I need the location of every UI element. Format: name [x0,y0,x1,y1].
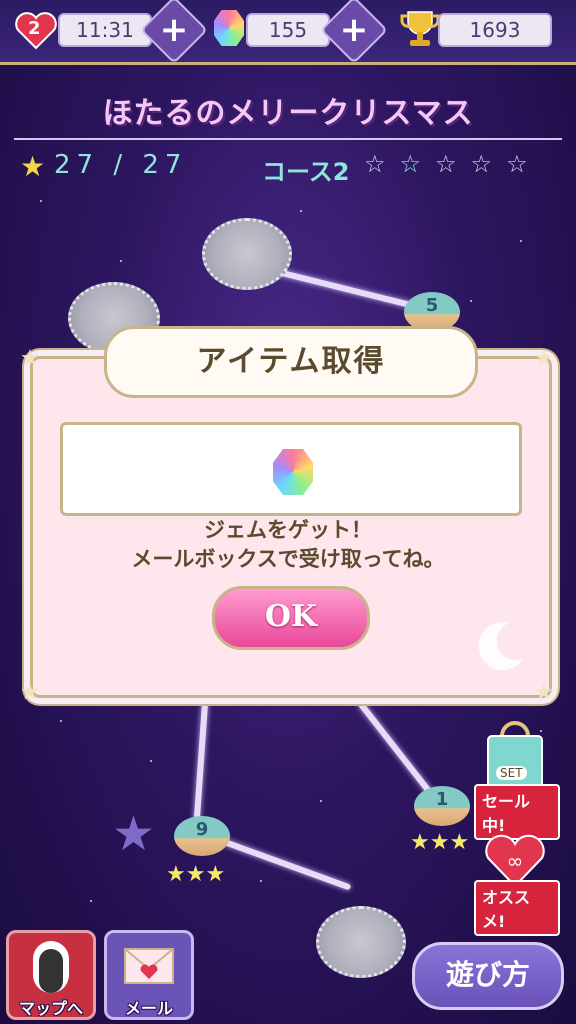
shooting-star-icon: ☆ [435,150,457,178]
how-to-play-button[interactable]: 遊び方 [412,942,564,1010]
trophy-display: 1693 [438,13,552,47]
message-line-1: ジェムをゲット！ [204,518,372,542]
trophy-count: 1693 [469,18,521,42]
locked-stage-node[interactable] [202,218,292,290]
star-icon: ★★★ [166,862,226,887]
locked-stage-node[interactable] [316,906,406,978]
divider [14,138,562,140]
message-line-2: メールボックスで受け取ってね。 [131,547,445,571]
dialog-title: アイテム取得 [104,326,478,398]
ok-button[interactable]: OK [212,586,370,650]
star-progress: 27 / 27 [54,150,188,180]
sale-set-badge: SET [496,766,527,780]
gem-icon [273,449,313,495]
map-label: マップへ [18,999,83,1018]
plus-icon: + [339,10,369,50]
gem-icon [214,10,244,46]
trophy-icon [400,11,440,46]
map-button[interactable]: マップへ [6,930,96,1020]
sale-button[interactable]: SET セール中! [474,718,560,840]
plus-icon: + [159,10,189,50]
star-icon: ★ [534,680,554,705]
svg-text:∞: ∞ [507,849,524,873]
add-lives-button[interactable]: + [140,0,208,64]
course-label: コース2 [262,158,350,186]
mail-button[interactable]: メール [104,930,194,1020]
star-icon: ★ [112,806,156,862]
recommend-label: オススメ! [474,880,560,936]
stage-node-1[interactable]: 1 [414,786,470,826]
mail-label: メール [124,999,173,1018]
add-gems-button[interactable]: + [320,0,388,64]
shooting-star-icon: ☆ [399,150,422,178]
sale-label: セール中! [474,784,560,840]
recommend-button[interactable]: ∞ オススメ! [474,834,560,936]
letter-icon [124,948,174,984]
time-text: 11:31 [76,18,134,42]
door-icon [33,941,69,993]
course-progress: ☆ ☆ ☆ ☆ ☆ [364,150,528,178]
shooting-star-icon: ☆ [470,150,493,178]
time-display: 11:31 [58,13,152,47]
gem-count: 155 [268,18,308,42]
map-path [357,701,437,800]
status-bar: 2 11:31 + 155 + 1693 [0,0,576,65]
star-icon: ★ [20,346,40,371]
gem-display: 155 [246,13,330,47]
dialog-message: ジェムをゲット！ メールボックスで受け取ってね。 [30,516,546,574]
star-icon: ★ [20,150,46,183]
star-icon: ★ [20,680,40,705]
star-icon: ★★★ [410,830,470,855]
stage-node-9[interactable]: 9 [174,816,230,856]
stage-title: ほたるのメリークリスマス [102,96,474,131]
lives-count: 2 [28,18,41,39]
item-display [60,422,522,516]
map-path [193,702,208,823]
moon-icon [478,622,523,671]
shooting-star-icon: ☆ [364,150,386,178]
shooting-star-icon: ☆ [506,150,528,178]
star-icon: ★ [534,346,554,371]
